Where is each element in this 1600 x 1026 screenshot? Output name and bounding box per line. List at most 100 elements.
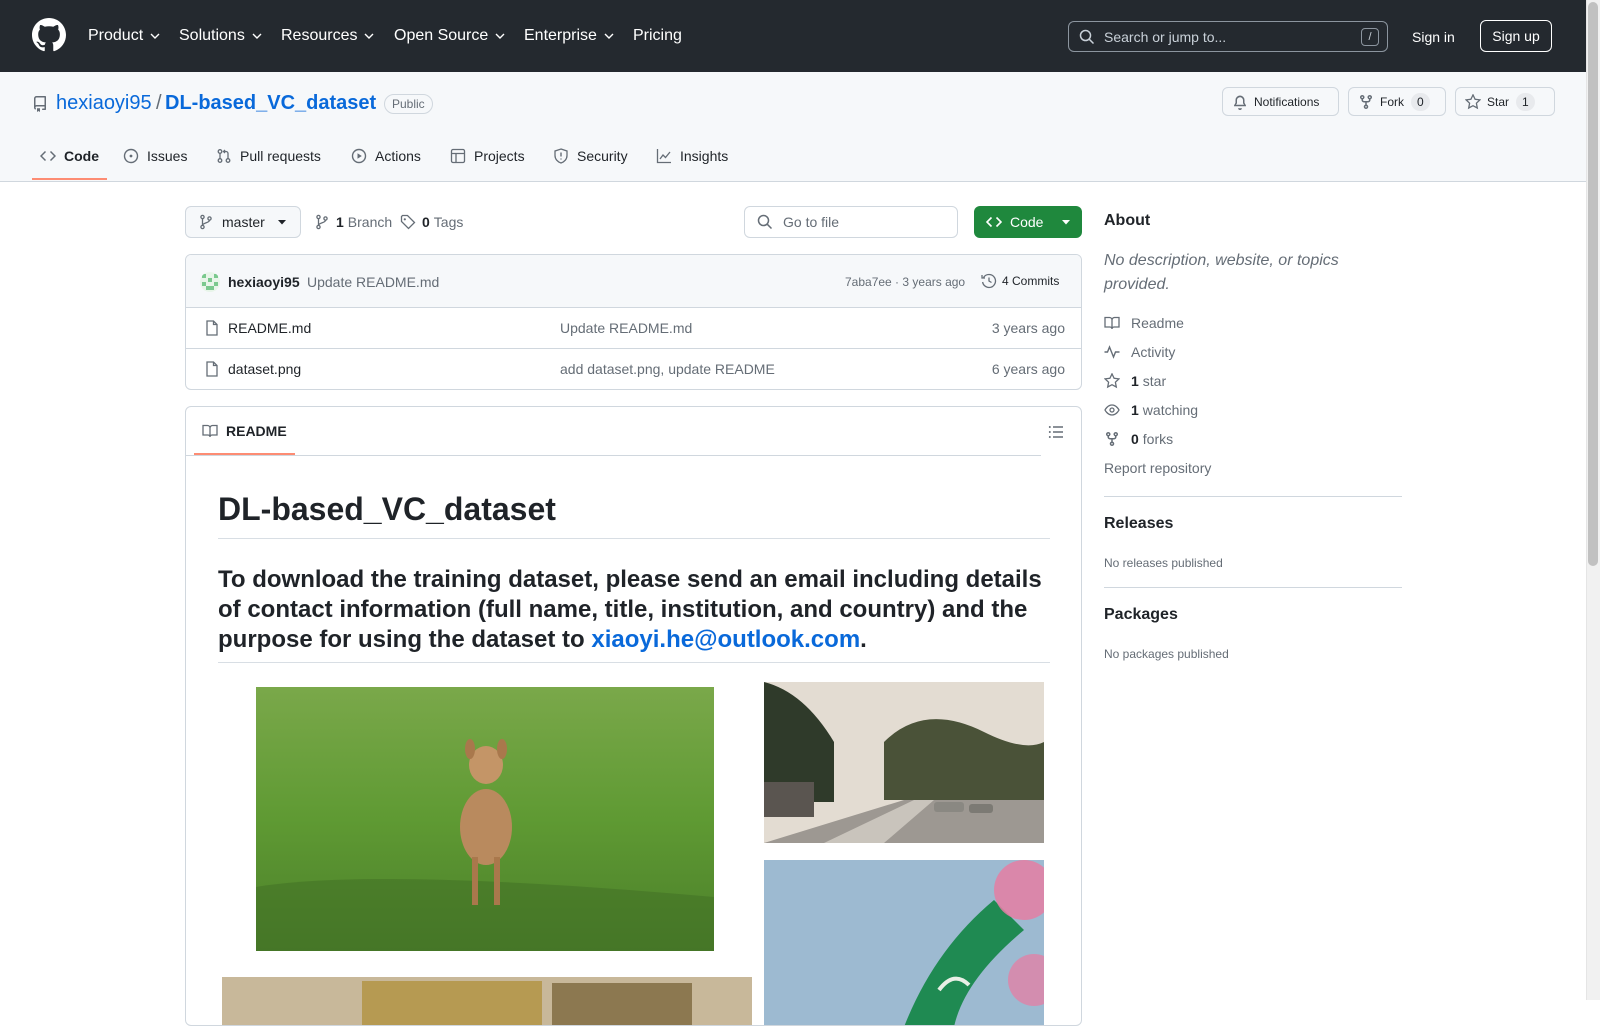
- stars-count: 1: [1131, 373, 1139, 389]
- pulse-icon: [1104, 345, 1120, 359]
- sidebar-activity-link[interactable]: Activity: [1104, 344, 1175, 360]
- readme-panel: README DL-based_VC_dataset To download t…: [185, 406, 1082, 1026]
- code-button-label: Code: [1010, 214, 1044, 230]
- sign-in-link[interactable]: Sign in: [1412, 22, 1455, 52]
- notifications-label: Notifications: [1254, 94, 1320, 109]
- tags-link[interactable]: 0 Tags: [400, 206, 463, 238]
- star-label: Star: [1487, 94, 1510, 109]
- sidebar-stars-link[interactable]: 1 star: [1104, 373, 1166, 389]
- nav-product[interactable]: Product: [88, 0, 161, 72]
- tab-code[interactable]: Code: [40, 138, 99, 174]
- watching-label: watching: [1142, 402, 1199, 418]
- search-input[interactable]: Search or jump to... /: [1068, 21, 1388, 52]
- visibility-badge: Public: [384, 94, 433, 114]
- readme-tab[interactable]: README: [194, 407, 295, 455]
- file-commit-message[interactable]: add dataset.png, update README: [560, 361, 775, 377]
- file-row[interactable]: dataset.png add dataset.png, update READ…: [186, 349, 1081, 389]
- commit-message-link[interactable]: Update README.md: [307, 274, 439, 290]
- go-to-file-placeholder: Go to file: [783, 214, 840, 230]
- book-icon: [1104, 316, 1120, 330]
- tab-issues[interactable]: Issues: [123, 138, 187, 174]
- search-shortcut-key: /: [1361, 28, 1379, 46]
- chevron-down-icon: [495, 33, 505, 39]
- nav-solutions[interactable]: Solutions: [179, 0, 263, 72]
- global-header: Product Solutions Resources Open Source …: [0, 0, 1586, 72]
- bell-icon: [1234, 95, 1246, 110]
- tab-pull-requests[interactable]: Pull requests: [216, 138, 321, 174]
- tab-security[interactable]: Security: [553, 138, 628, 174]
- sidebar-readme-link[interactable]: Readme: [1104, 315, 1184, 331]
- repo-icon: [33, 96, 46, 112]
- tab-code-label: Code: [64, 148, 99, 164]
- file-name-link[interactable]: dataset.png: [228, 361, 301, 377]
- history-icon: [981, 273, 997, 289]
- nav-resources[interactable]: Resources: [281, 0, 375, 72]
- fork-count: 0: [1411, 92, 1430, 111]
- list-outline-icon[interactable]: [1048, 424, 1064, 440]
- branches-link[interactable]: 1 Branch: [314, 206, 392, 238]
- watching-count: 1: [1131, 402, 1139, 418]
- repo-path-separator: /: [156, 92, 162, 114]
- readme-link-label: Readme: [1131, 315, 1184, 331]
- author-avatar[interactable]: [200, 272, 220, 292]
- dataset-image-deer: [256, 687, 714, 951]
- nav-enterprise[interactable]: Enterprise: [524, 0, 615, 72]
- repo-owner-link[interactable]: hexiaoyi95: [56, 92, 152, 115]
- file-icon: [206, 320, 218, 336]
- tag-icon: [400, 214, 416, 230]
- releases-heading[interactable]: Releases: [1104, 515, 1173, 533]
- sidebar-forks-link[interactable]: 0 forks: [1104, 431, 1173, 447]
- nav-open-source[interactable]: Open Source: [394, 0, 506, 72]
- shield-icon: [554, 148, 568, 164]
- readme-lead-heading: To download the training dataset, please…: [218, 565, 1052, 655]
- fork-icon: [1106, 431, 1118, 447]
- star-button[interactable]: Star 1: [1455, 87, 1555, 116]
- file-commit-message[interactable]: Update README.md: [560, 320, 692, 336]
- code-dropdown-button[interactable]: Code: [974, 206, 1082, 238]
- tab-insights-label: Insights: [680, 148, 729, 164]
- report-repository-link[interactable]: Report repository: [1104, 460, 1211, 476]
- notifications-button[interactable]: Notifications: [1222, 87, 1339, 116]
- dataset-image-flag: [764, 860, 1044, 1025]
- github-logo-icon[interactable]: [32, 18, 66, 52]
- file-name-link[interactable]: README.md: [228, 320, 311, 336]
- book-icon: [202, 424, 218, 438]
- caret-down-icon: [1062, 220, 1071, 225]
- nav-pricing[interactable]: Pricing: [633, 0, 682, 72]
- branch-select-button[interactable]: master: [185, 206, 301, 238]
- commits-link[interactable]: 4 Commits: [981, 273, 1059, 289]
- sidebar-watching-link[interactable]: 1 watching: [1104, 402, 1198, 418]
- scrollbar-thumb[interactable]: [1588, 2, 1598, 566]
- readme-divider: [186, 455, 1041, 456]
- commit-author-link[interactable]: hexiaoyi95: [228, 274, 300, 290]
- file-row[interactable]: README.md Update README.md 3 years ago: [186, 308, 1081, 349]
- tab-actions[interactable]: Actions: [351, 138, 421, 174]
- fork-button[interactable]: Fork 0: [1348, 87, 1446, 116]
- forks-label: forks: [1142, 431, 1174, 447]
- search-icon: [757, 214, 773, 230]
- file-icon: [206, 361, 218, 377]
- activity-link-label: Activity: [1131, 344, 1176, 360]
- repo-header: hexiaoyi95 / DL-based_VC_dataset Public …: [0, 72, 1586, 182]
- tab-pull-requests-label: Pull requests: [240, 148, 321, 164]
- tab-actions-label: Actions: [375, 148, 421, 164]
- stars-label: star: [1142, 373, 1167, 389]
- sign-up-button[interactable]: Sign up: [1480, 20, 1552, 52]
- go-to-file-input[interactable]: Go to file: [744, 206, 958, 238]
- tab-security-label: Security: [577, 148, 628, 164]
- branch-name: master: [222, 214, 265, 230]
- commits-count: 4 Commits: [1002, 274, 1060, 288]
- eye-icon: [1104, 404, 1120, 416]
- dataset-image-interior: [222, 977, 752, 1025]
- fork-icon: [1360, 94, 1372, 109]
- tab-projects[interactable]: Projects: [450, 138, 525, 174]
- email-link[interactable]: xiaoyi.he@outlook.com: [591, 626, 860, 653]
- forks-count: 0: [1131, 431, 1139, 447]
- sidebar-divider: [1104, 587, 1402, 588]
- packages-heading[interactable]: Packages: [1104, 606, 1178, 624]
- repo-name-link[interactable]: DL-based_VC_dataset: [165, 92, 376, 115]
- star-count: 1: [1516, 92, 1535, 111]
- tab-insights[interactable]: Insights: [656, 138, 728, 174]
- commit-hash-time[interactable]: 7aba7ee · 3 years ago: [845, 275, 965, 289]
- sidebar-divider: [1104, 496, 1402, 497]
